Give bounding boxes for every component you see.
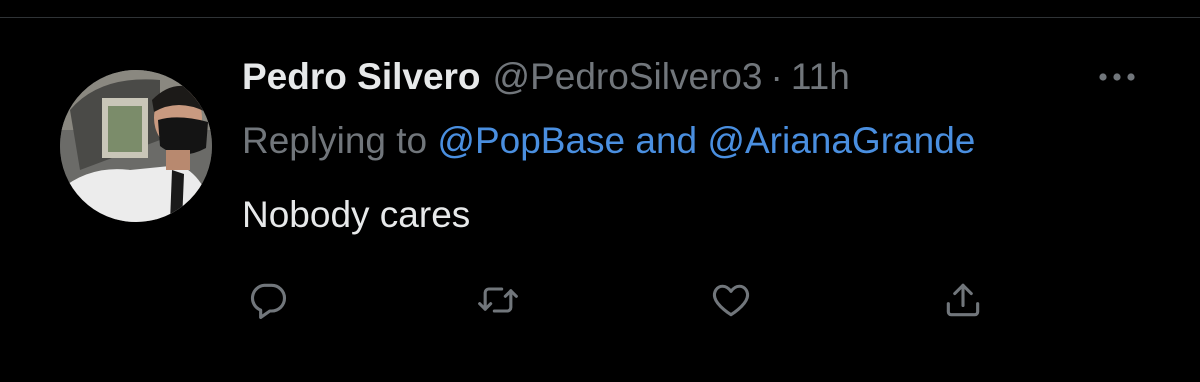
replying-to-label: Replying to bbox=[242, 120, 428, 161]
mention-popbase[interactable]: @PopBase bbox=[437, 120, 625, 162]
user-handle[interactable]: @PedroSilvero3 bbox=[493, 56, 763, 98]
reply-icon bbox=[250, 283, 287, 319]
top-divider bbox=[0, 0, 1200, 18]
avatar[interactable] bbox=[60, 70, 212, 222]
display-name[interactable]: Pedro Silvero bbox=[242, 56, 481, 98]
separator-dot: · bbox=[770, 56, 783, 97]
share-button[interactable] bbox=[935, 272, 991, 328]
share-icon bbox=[946, 283, 980, 317]
tweet-text: Nobody cares bbox=[242, 194, 471, 235]
more-options-icon bbox=[1099, 73, 1135, 81]
mention-conjunction: and bbox=[635, 120, 698, 161]
retweet-icon bbox=[478, 287, 518, 313]
avatar-photo bbox=[60, 70, 212, 222]
reply-button[interactable] bbox=[240, 272, 296, 328]
like-button[interactable] bbox=[703, 272, 759, 328]
mention-arianagrande[interactable]: @ArianaGrande bbox=[707, 120, 975, 162]
tweet-header: Pedro Silvero @PedroSilvero3 · 11h bbox=[242, 52, 850, 102]
tweet[interactable]: Pedro Silvero @PedroSilvero3 · 11h Reply… bbox=[0, 18, 1200, 382]
retweet-button[interactable] bbox=[470, 272, 526, 328]
replying-to: Replying to @PopBase and @ArianaGrande bbox=[242, 118, 975, 164]
timestamp[interactable]: 11h bbox=[791, 56, 850, 98]
heart-icon bbox=[712, 284, 750, 317]
more-options-button[interactable] bbox=[1092, 62, 1142, 92]
